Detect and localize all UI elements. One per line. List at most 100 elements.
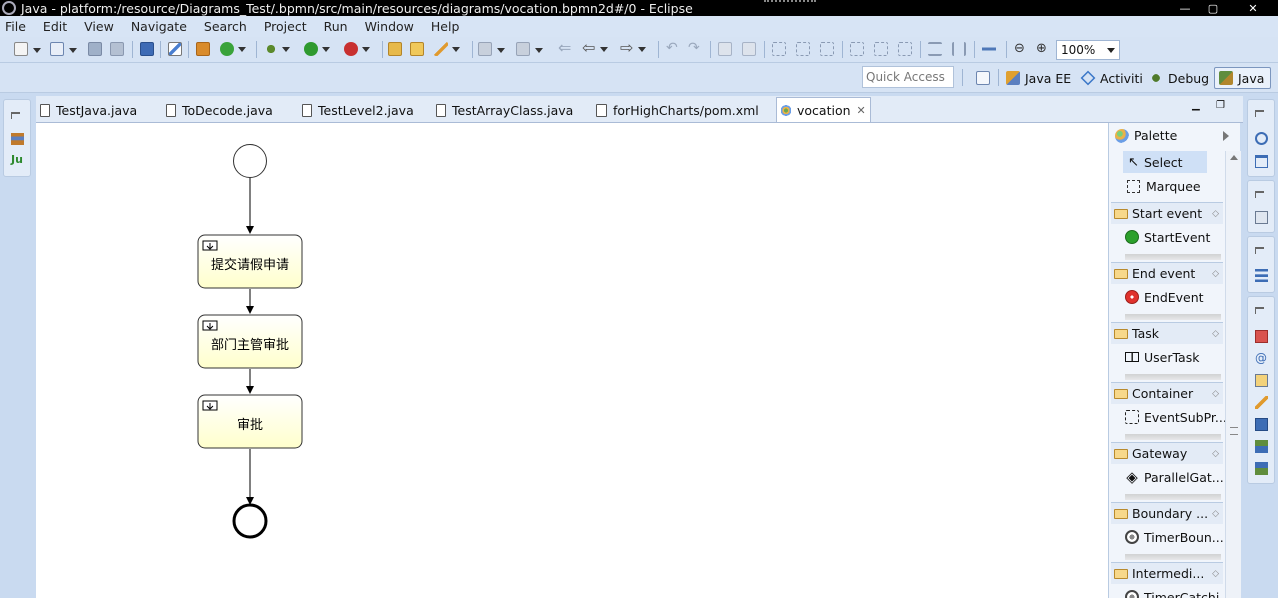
outline-icon[interactable]	[1255, 211, 1268, 224]
search-results-icon[interactable]	[1255, 396, 1268, 409]
drawer-start-event[interactable]: Start event ◇	[1111, 202, 1223, 224]
skip-breakpoints-icon[interactable]	[168, 42, 182, 56]
menu-project[interactable]: Project	[264, 19, 307, 34]
open-type-icon[interactable]	[388, 42, 402, 56]
tab-todecode[interactable]: ToDecode.java	[166, 98, 273, 122]
entry-user-task[interactable]: UserTask	[1125, 346, 1223, 368]
tool-marquee[interactable]: Marquee	[1123, 175, 1207, 197]
undo-icon[interactable]: ↶	[666, 41, 680, 56]
previous-annotation-icon[interactable]	[516, 42, 543, 56]
tab-vocation[interactable]: vocation ✕	[776, 97, 871, 122]
palette-header[interactable]: Palette	[1109, 123, 1241, 148]
maximize-button[interactable]: ▢	[1200, 0, 1226, 16]
entry-timer-catching[interactable]: TimerCatchi...	[1125, 586, 1231, 598]
run-icon[interactable]	[304, 42, 330, 56]
menu-file[interactable]: File	[5, 19, 26, 34]
declaration-icon[interactable]	[1255, 374, 1268, 387]
menu-help[interactable]: Help	[431, 19, 460, 34]
restore-icon[interactable]	[1255, 247, 1264, 254]
drawer-task[interactable]: Task ◇	[1111, 322, 1223, 344]
scroll-grip-icon[interactable]	[1230, 427, 1238, 435]
terminal-icon[interactable]	[140, 42, 154, 56]
close-window-button[interactable]: ✕	[1228, 0, 1278, 16]
junit-icon[interactable]: Ju	[11, 154, 24, 166]
pin-icon[interactable]: ◇	[1212, 329, 1219, 339]
perspective-activiti[interactable]: Activiti	[1077, 67, 1147, 89]
menu-view[interactable]: View	[84, 19, 114, 34]
minimize-editor-icon[interactable]: ▁	[1192, 100, 1200, 111]
entry-parallel-gateway[interactable]: ◈ ParallelGat...	[1125, 466, 1224, 488]
tab-testarrayclass[interactable]: TestArrayClass.java	[436, 98, 573, 122]
tab-testjava[interactable]: TestJava.java	[40, 98, 137, 122]
tool-select[interactable]: ↖ Select	[1123, 151, 1207, 173]
quick-access-input[interactable]: Quick Access	[862, 66, 954, 88]
end-event[interactable]	[232, 503, 268, 539]
menu-navigate[interactable]: Navigate	[131, 19, 187, 34]
next-annotation-icon[interactable]	[478, 42, 505, 56]
pin-icon[interactable]: ◇	[1212, 449, 1219, 459]
data-source-icon[interactable]	[1255, 462, 1268, 475]
user-task-manager-approval[interactable]: 部门主管审批	[197, 314, 303, 369]
open-folder-icon[interactable]	[410, 42, 424, 56]
new-server-icon[interactable]	[50, 42, 77, 56]
window-icon[interactable]	[1255, 155, 1268, 168]
collapse-palette-icon[interactable]	[1223, 131, 1229, 141]
zoom-in-icon[interactable]: ⊕	[1036, 42, 1050, 56]
zoom-select[interactable]: 100%	[1056, 40, 1120, 60]
minimize-button[interactable]: —	[1172, 0, 1198, 16]
problems-icon[interactable]	[1255, 330, 1268, 343]
package-explorer-icon[interactable]	[11, 133, 24, 145]
menu-edit[interactable]: Edit	[43, 19, 67, 34]
match-height-icon[interactable]	[952, 42, 966, 56]
console-icon[interactable]	[1255, 418, 1268, 431]
tab-pom-xml[interactable]: forHighCharts/pom.xml	[596, 98, 759, 122]
align-right-icon[interactable]	[820, 42, 834, 56]
align-top-icon[interactable]	[850, 42, 864, 56]
perspective-java-ee[interactable]: Java EE	[1002, 67, 1075, 89]
back-icon[interactable]: ⇦	[582, 40, 608, 56]
drawer-container[interactable]: Container ◇	[1111, 382, 1223, 404]
align-center-icon[interactable]	[796, 42, 810, 56]
menu-window[interactable]: Window	[365, 19, 414, 34]
package-icon[interactable]	[196, 42, 210, 56]
menu-search[interactable]: Search	[204, 19, 247, 34]
start-event[interactable]	[233, 144, 267, 178]
perspective-java[interactable]: Java	[1214, 67, 1271, 89]
entry-start-event[interactable]: StartEvent	[1125, 226, 1223, 248]
entry-event-subprocess[interactable]: EventSubPr...	[1125, 406, 1227, 428]
servers-icon[interactable]	[1255, 440, 1268, 453]
task-list-icon[interactable]	[1255, 269, 1268, 282]
align-bottom-icon[interactable]	[898, 42, 912, 56]
restore-icon[interactable]	[1255, 191, 1264, 198]
pin-icon[interactable]: ◇	[1212, 209, 1219, 219]
align-left-icon[interactable]	[772, 42, 786, 56]
user-task-submit-leave[interactable]: 提交请假申请	[197, 234, 303, 289]
save-icon[interactable]	[88, 42, 102, 56]
drawer-intermediate[interactable]: Intermedi... ◇	[1111, 562, 1223, 584]
pin-icon[interactable]: ◇	[1212, 509, 1219, 519]
close-tab-icon[interactable]: ✕	[857, 104, 866, 117]
scroll-up-icon[interactable]	[1230, 155, 1238, 160]
help-icon[interactable]	[1255, 132, 1268, 145]
pin-icon[interactable]: ◇	[1212, 569, 1219, 579]
refresh-icon[interactable]	[220, 42, 246, 56]
match-width-icon[interactable]	[928, 42, 942, 56]
forward-icon[interactable]: ⇨	[620, 40, 646, 56]
paste-icon[interactable]	[742, 42, 756, 56]
external-tools-icon[interactable]	[344, 42, 370, 56]
search-icon[interactable]	[434, 42, 460, 56]
restore-icon[interactable]	[1255, 307, 1264, 314]
align-middle-icon[interactable]	[874, 42, 888, 56]
perspective-debug[interactable]: Debug	[1145, 67, 1213, 89]
pin-icon[interactable]: ◇	[1212, 389, 1219, 399]
debug-icon[interactable]	[264, 42, 290, 56]
menu-run[interactable]: Run	[324, 19, 348, 34]
pin-icon[interactable]: ◇	[1212, 269, 1219, 279]
restore-icon[interactable]	[1255, 110, 1264, 117]
tab-testlevel2[interactable]: TestLevel2.java	[302, 98, 414, 122]
new-icon[interactable]	[14, 42, 41, 56]
save-all-icon[interactable]	[110, 42, 124, 56]
user-task-approval[interactable]: 审批	[197, 394, 303, 449]
redo-icon[interactable]: ↷	[688, 41, 702, 56]
entry-timer-boundary[interactable]: TimerBoun...	[1125, 526, 1224, 548]
